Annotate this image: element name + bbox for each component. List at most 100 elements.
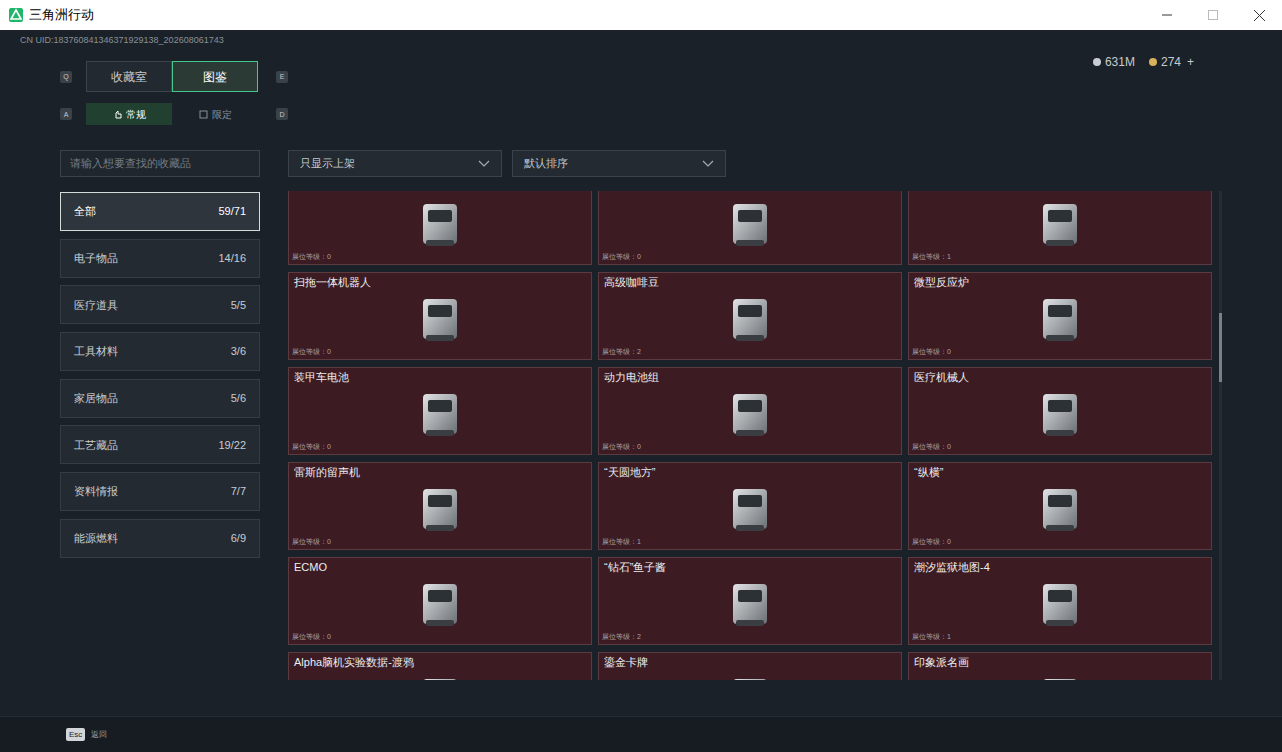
title-bar: 三角洲行动 bbox=[0, 0, 1282, 30]
next-subtab-key: D bbox=[276, 108, 288, 120]
scrollbar-thumb[interactable] bbox=[1219, 313, 1222, 381]
collection-card[interactable]: ECMO展位等级：0 bbox=[288, 557, 592, 645]
card-name: 印象派名画 bbox=[909, 653, 1211, 669]
card-name: “纵横” bbox=[909, 463, 1211, 479]
subtab-bar: A 常规限定 D bbox=[0, 103, 1282, 125]
limited-icon bbox=[199, 110, 208, 119]
card-name: 扫拖一体机器人 bbox=[289, 273, 591, 289]
item-image-icon bbox=[411, 669, 469, 680]
filter-dropdown[interactable]: 默认排序 bbox=[512, 150, 726, 177]
item-image-icon bbox=[411, 479, 469, 537]
item-image-icon bbox=[1031, 194, 1089, 252]
card-name bbox=[289, 191, 591, 194]
chevron-down-icon bbox=[702, 160, 714, 167]
category-item[interactable]: 能源燃料6/9 bbox=[60, 519, 260, 558]
category-name: 工艺藏品 bbox=[74, 437, 118, 454]
maximize-button[interactable] bbox=[1190, 0, 1236, 30]
collection-card[interactable]: 鎏金卡牌 bbox=[598, 652, 902, 680]
filter-dropdown[interactable]: 只显示上架 bbox=[288, 150, 502, 177]
category-item[interactable]: 医疗道具5/5 bbox=[60, 285, 260, 324]
collection-card[interactable]: “纵横” 展位等级：0 bbox=[908, 462, 1212, 550]
category-item[interactable]: 家居物品 5/6 bbox=[60, 379, 260, 418]
window-title: 三角洲行动 bbox=[29, 5, 94, 25]
esc-key[interactable]: Esc bbox=[66, 728, 85, 741]
item-image-icon bbox=[721, 194, 779, 252]
close-button[interactable] bbox=[1236, 0, 1282, 30]
item-image-icon bbox=[1031, 479, 1089, 537]
category-count: 59/71 bbox=[218, 203, 246, 220]
collection-card[interactable]: Alpha脑机实验数据-渡鸦 bbox=[288, 652, 592, 680]
item-image-icon bbox=[1031, 384, 1089, 442]
card-rank: 展位等级：0 bbox=[289, 442, 591, 454]
category-item[interactable]: 电子物品14/16 bbox=[60, 239, 260, 278]
minimize-button[interactable] bbox=[1144, 0, 1190, 30]
card-rank: 展位等级：1 bbox=[599, 537, 901, 549]
card-rank: 展位等级：0 bbox=[289, 537, 591, 549]
collection-card[interactable]: 展位等级：0 bbox=[598, 191, 902, 265]
back-label[interactable]: 返回 bbox=[91, 729, 107, 741]
card-rank: 展位等级：0 bbox=[289, 347, 591, 359]
collection-card[interactable]: 扫拖一体机器人展位等级：0 bbox=[288, 272, 592, 360]
subtab[interactable]: 常规 bbox=[86, 103, 172, 125]
item-image-icon bbox=[411, 289, 469, 347]
collection-card[interactable]: 微型反应炉展位等级：0 bbox=[908, 272, 1212, 360]
add-currency-button[interactable]: + bbox=[1187, 53, 1194, 71]
category-item[interactable]: 工具材料3/6 bbox=[60, 332, 260, 371]
category-item[interactable]: 资料情报7/7 bbox=[60, 472, 260, 511]
minimize-icon bbox=[1162, 10, 1172, 20]
card-rank: 展位等级：2 bbox=[599, 632, 901, 644]
category-item[interactable]: 工艺藏品19/22 bbox=[60, 425, 260, 464]
close-icon bbox=[1254, 10, 1265, 21]
category-item[interactable]: 全部 59/71 bbox=[60, 192, 260, 231]
category-count: 3/6 bbox=[231, 343, 246, 360]
collection-card[interactable]: “钻石”鱼子酱展位等级：2 bbox=[598, 557, 902, 645]
collection-card[interactable]: “天圆地方” 展位等级：1 bbox=[598, 462, 902, 550]
item-image-icon bbox=[1031, 289, 1089, 347]
card-name: 高级咖啡豆 bbox=[599, 273, 901, 289]
collection-card[interactable]: 装甲车电池展位等级：0 bbox=[288, 367, 592, 455]
main-area: CN UID:183760841346371929138_20260806174… bbox=[0, 30, 1282, 752]
chevron-down-icon bbox=[478, 160, 490, 167]
card-rank: 展位等级：1 bbox=[909, 252, 1211, 264]
scrollbar[interactable] bbox=[1219, 191, 1222, 680]
sidebar: 请输入想要查找的收藏品全部 59/71 电子物品14/16 医疗道具5/5 工具材料3/… bbox=[60, 150, 260, 680]
currency: 631M bbox=[1093, 53, 1135, 71]
collection-card[interactable]: 雷斯的留声机展位等级：0 bbox=[288, 462, 592, 550]
subtab[interactable]: 限定 bbox=[172, 103, 258, 125]
category-name: 全部 bbox=[74, 203, 96, 220]
card-rank: 展位等级：2 bbox=[599, 347, 901, 359]
collection-card[interactable]: 医疗机械人展位等级：0 bbox=[908, 367, 1212, 455]
card-name: 医疗机械人 bbox=[909, 368, 1211, 384]
collection-card[interactable]: 展位等级：1 bbox=[908, 191, 1212, 265]
next-tab-key: E bbox=[276, 71, 288, 83]
tab[interactable]: 图鉴 bbox=[172, 61, 258, 92]
item-image-icon bbox=[411, 194, 469, 252]
item-image-icon bbox=[1031, 669, 1089, 680]
collection-card[interactable]: 高级咖啡豆展位等级：2 bbox=[598, 272, 902, 360]
category-count: 5/6 bbox=[231, 390, 246, 407]
collection-card[interactable]: 展位等级：0 bbox=[288, 191, 592, 265]
search-field[interactable]: 请输入想要查找的收藏品 bbox=[60, 150, 260, 177]
card-rank: 展位等级：0 bbox=[909, 537, 1211, 549]
coin-icon bbox=[1149, 58, 1157, 66]
collection-card[interactable]: 动力电池组展位等级：0 bbox=[598, 367, 902, 455]
card-name: ECMO bbox=[289, 558, 591, 574]
footer-bar: Esc 返回 bbox=[0, 716, 1282, 752]
category-name: 资料情报 bbox=[74, 483, 118, 500]
card-grid: 展位等级：0展位等级：0展位等级：1扫拖一体机器人展位等级：0高级咖啡豆展位等级… bbox=[288, 191, 1212, 680]
collection-card[interactable]: 潮汐监狱地图-4展位等级：1 bbox=[908, 557, 1212, 645]
currency: 274+ bbox=[1149, 53, 1194, 71]
category-name: 家居物品 bbox=[74, 390, 118, 407]
prev-subtab-key: A bbox=[60, 108, 72, 120]
collection-card[interactable]: 印象派名画 bbox=[908, 652, 1212, 680]
category-count: 5/5 bbox=[231, 297, 246, 314]
app-window: 三角洲行动 CN UID:183760841346371929138_202608… bbox=[0, 0, 1282, 752]
coin-icon bbox=[1093, 58, 1101, 66]
card-name: Alpha脑机实验数据-渡鸦 bbox=[289, 653, 591, 669]
card-name: “天圆地方” bbox=[599, 463, 901, 479]
card-name: 微型反应炉 bbox=[909, 273, 1211, 289]
card-rank: 展位等级：0 bbox=[289, 252, 591, 264]
category-name: 能源燃料 bbox=[74, 530, 118, 547]
prev-tab-key: Q bbox=[60, 71, 72, 83]
tab[interactable]: 收藏室 bbox=[86, 61, 172, 92]
